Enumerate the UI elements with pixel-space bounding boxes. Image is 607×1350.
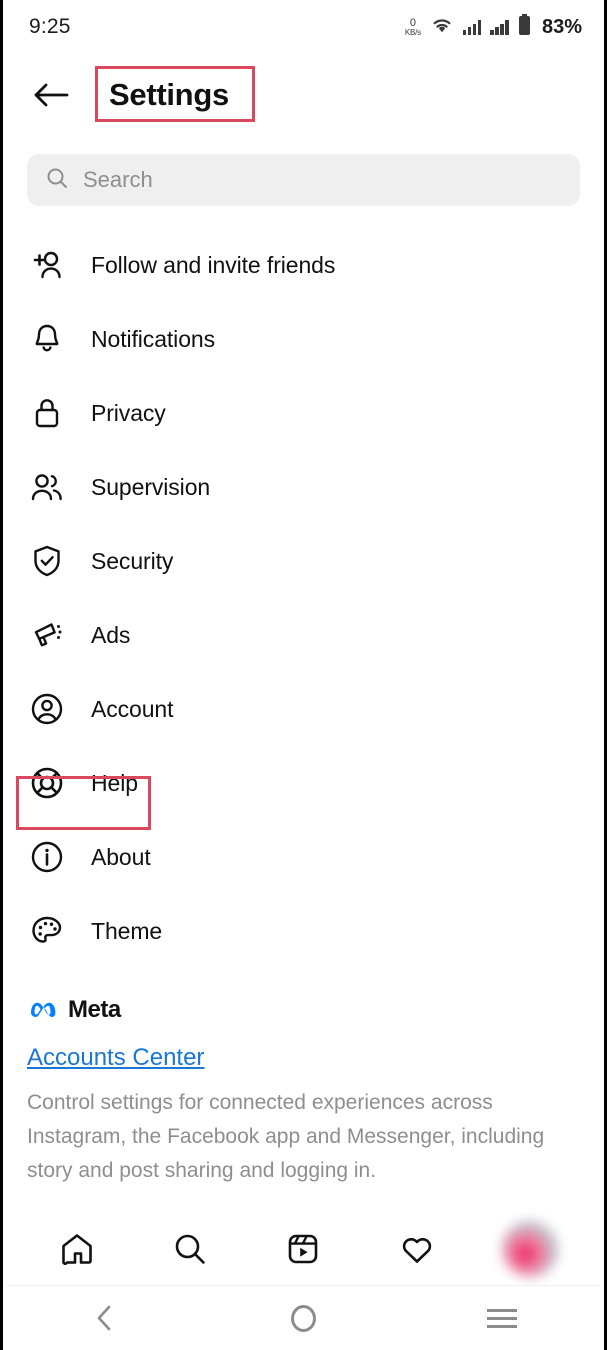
settings-row-theme[interactable]: Theme bbox=[3, 894, 604, 968]
search-input[interactable]: Search bbox=[27, 154, 580, 206]
phone-screen: 9:25 0 KB/s 83% Settings Search Follow a… bbox=[0, 0, 607, 1350]
settings-row-account[interactable]: Account bbox=[3, 672, 604, 746]
search-placeholder: Search bbox=[83, 167, 153, 192]
settings-row-label: Supervision bbox=[91, 473, 211, 500]
network-speed-indicator: 0 KB/s bbox=[404, 16, 421, 37]
bottom-navigation-bar bbox=[6, 1213, 601, 1285]
cellular-signal-icon bbox=[490, 19, 509, 35]
settings-row-label: Follow and invite friends bbox=[91, 251, 336, 278]
meta-description: Control settings for connected experienc… bbox=[27, 1091, 545, 1182]
settings-row-label: Ads bbox=[91, 621, 131, 648]
settings-row-supervision[interactable]: Supervision bbox=[3, 450, 604, 524]
settings-row-label: Help bbox=[91, 769, 138, 796]
home-icon[interactable] bbox=[45, 1220, 109, 1278]
settings-row-help[interactable]: Help bbox=[3, 746, 604, 820]
settings-row-follow-and-invite-friends[interactable]: Follow and invite friends bbox=[3, 228, 604, 302]
person-add-icon bbox=[29, 247, 65, 283]
search-icon[interactable] bbox=[158, 1220, 222, 1278]
battery-icon bbox=[518, 13, 531, 41]
life-ring-icon bbox=[29, 765, 65, 801]
cellular-signal-icon bbox=[462, 19, 482, 35]
settings-row-label: Security bbox=[91, 547, 174, 574]
network-speed-value: 0 bbox=[409, 16, 416, 29]
status-icons: 0 KB/s 83% bbox=[404, 13, 582, 41]
app-header: Settings bbox=[3, 54, 604, 136]
settings-row-label: Notifications bbox=[91, 325, 215, 352]
settings-row-ads[interactable]: Ads bbox=[3, 598, 604, 672]
meta-brand: Meta bbox=[27, 996, 580, 1024]
search-section: Search bbox=[3, 136, 604, 206]
wifi-icon bbox=[430, 15, 454, 39]
battery-percent: 83% bbox=[541, 15, 582, 38]
settings-row-privacy[interactable]: Privacy bbox=[3, 376, 604, 450]
status-bar: 9:25 0 KB/s 83% bbox=[3, 0, 604, 54]
back-arrow-icon[interactable] bbox=[29, 73, 73, 117]
settings-row-label: About bbox=[91, 843, 151, 870]
meta-infinity-icon bbox=[27, 997, 59, 1024]
meta-section: Meta Accounts Center Control settings fo… bbox=[3, 968, 604, 1188]
megaphone-icon bbox=[29, 617, 65, 653]
heart-icon[interactable] bbox=[385, 1220, 449, 1278]
hamburger-icon[interactable] bbox=[467, 1295, 537, 1341]
meta-brand-name: Meta bbox=[68, 996, 121, 1023]
search-icon bbox=[45, 166, 69, 195]
android-navigation-bar bbox=[6, 1285, 601, 1350]
settings-row-about[interactable]: About bbox=[3, 820, 604, 894]
circle-icon[interactable] bbox=[268, 1295, 338, 1341]
info-circle-icon bbox=[29, 839, 65, 875]
settings-row-label: Theme bbox=[91, 917, 163, 944]
lock-icon bbox=[29, 395, 65, 431]
bell-icon bbox=[29, 321, 65, 357]
network-speed-unit: KB/s bbox=[404, 27, 421, 37]
settings-row-label: Account bbox=[91, 695, 174, 722]
status-time: 9:25 bbox=[29, 15, 71, 38]
settings-row-notifications[interactable]: Notifications bbox=[3, 302, 604, 376]
settings-row-label: Privacy bbox=[91, 399, 166, 426]
settings-list: Follow and invite friends Notifications … bbox=[3, 206, 604, 968]
account-circle-icon bbox=[29, 691, 65, 727]
chevron-left-icon[interactable] bbox=[70, 1295, 140, 1341]
page-title: Settings bbox=[109, 77, 229, 112]
profile-avatar[interactable] bbox=[498, 1220, 562, 1278]
palette-icon bbox=[29, 913, 65, 949]
avatar bbox=[502, 1221, 559, 1277]
shield-check-icon bbox=[29, 543, 65, 579]
accounts-center-link[interactable]: Accounts Center bbox=[27, 1044, 580, 1072]
settings-row-security[interactable]: Security bbox=[3, 524, 604, 598]
reels-icon[interactable] bbox=[271, 1220, 335, 1278]
people-icon bbox=[29, 469, 65, 505]
